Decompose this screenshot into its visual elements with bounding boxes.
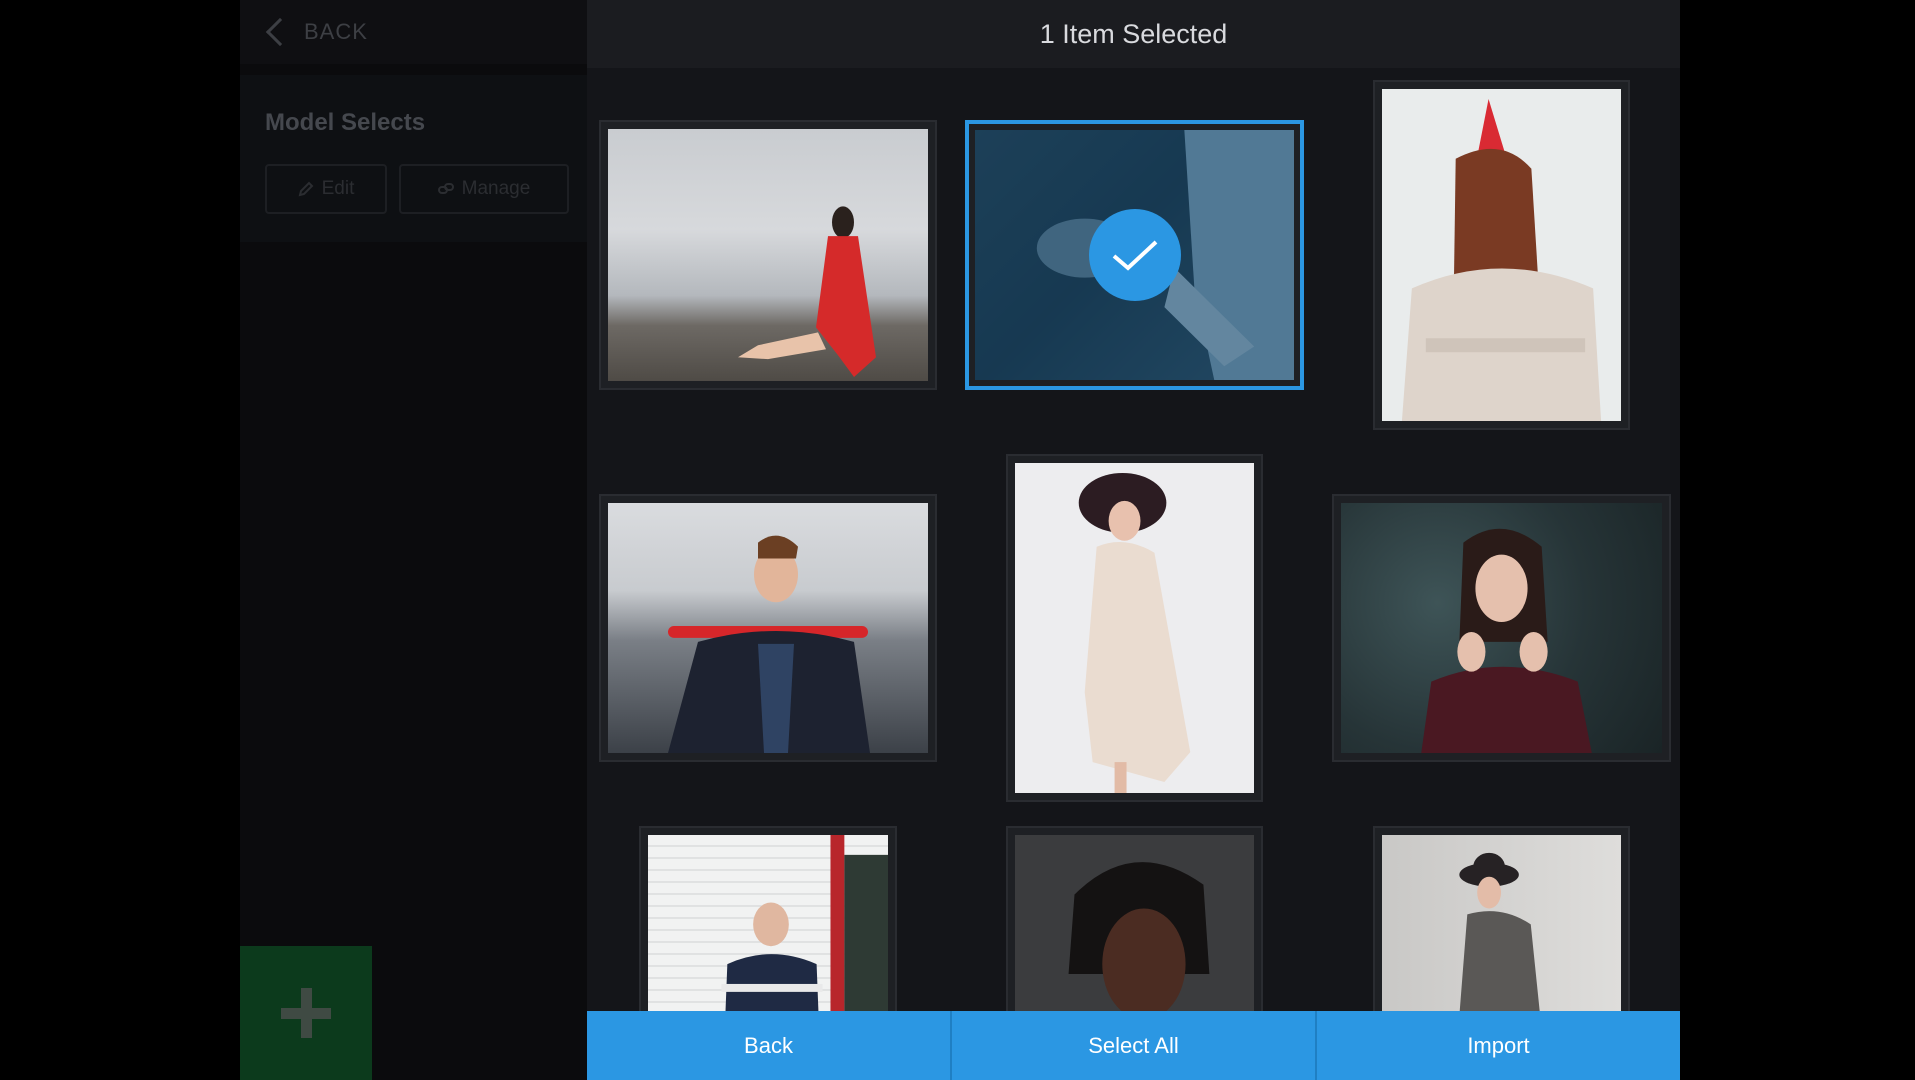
photo-picker-modal: 1 Item Selected Back Select All Import bbox=[587, 0, 1680, 1080]
plus-icon bbox=[240, 946, 372, 1080]
photo-woman-lying-blue-shirt[interactable] bbox=[965, 120, 1304, 390]
edit-button[interactable]: Edit bbox=[265, 164, 387, 214]
photo-woman-red-dress-seaside[interactable] bbox=[599, 120, 937, 390]
link-icon bbox=[437, 183, 454, 194]
manage-button-label: Manage bbox=[461, 178, 531, 199]
album-panel: Model Selects Edit Manage bbox=[240, 75, 587, 242]
modal-title: 1 Item Selected bbox=[1039, 18, 1228, 49]
back-button[interactable]: Back bbox=[587, 1011, 952, 1080]
album-title: Model Selects bbox=[265, 109, 426, 136]
select-all-button[interactable]: Select All bbox=[952, 1011, 1317, 1080]
add-button[interactable] bbox=[240, 946, 372, 1080]
photo-man-red-umbrella-harbor[interactable] bbox=[599, 494, 937, 762]
photo-woman-red-party-hat[interactable] bbox=[1373, 80, 1630, 430]
action-bar: Back Select All Import bbox=[587, 1011, 1680, 1080]
photo-woman-white-dress-hat[interactable] bbox=[1006, 454, 1263, 802]
chevron-left-icon bbox=[265, 17, 295, 47]
import-button[interactable]: Import bbox=[1317, 1011, 1680, 1080]
checkmark-icon bbox=[1088, 209, 1181, 301]
manage-button[interactable]: Manage bbox=[399, 164, 569, 214]
pencil-icon bbox=[298, 181, 314, 197]
modal-header: 1 Item Selected bbox=[587, 0, 1680, 68]
sidebar-back-label: BACK bbox=[304, 19, 368, 44]
photo-woman-dark-foliage[interactable] bbox=[1332, 494, 1671, 762]
sidebar: BACK Model Selects Edit Manage bbox=[240, 0, 587, 1080]
edit-button-label: Edit bbox=[321, 178, 355, 199]
sidebar-back-link[interactable]: BACK bbox=[240, 0, 587, 64]
